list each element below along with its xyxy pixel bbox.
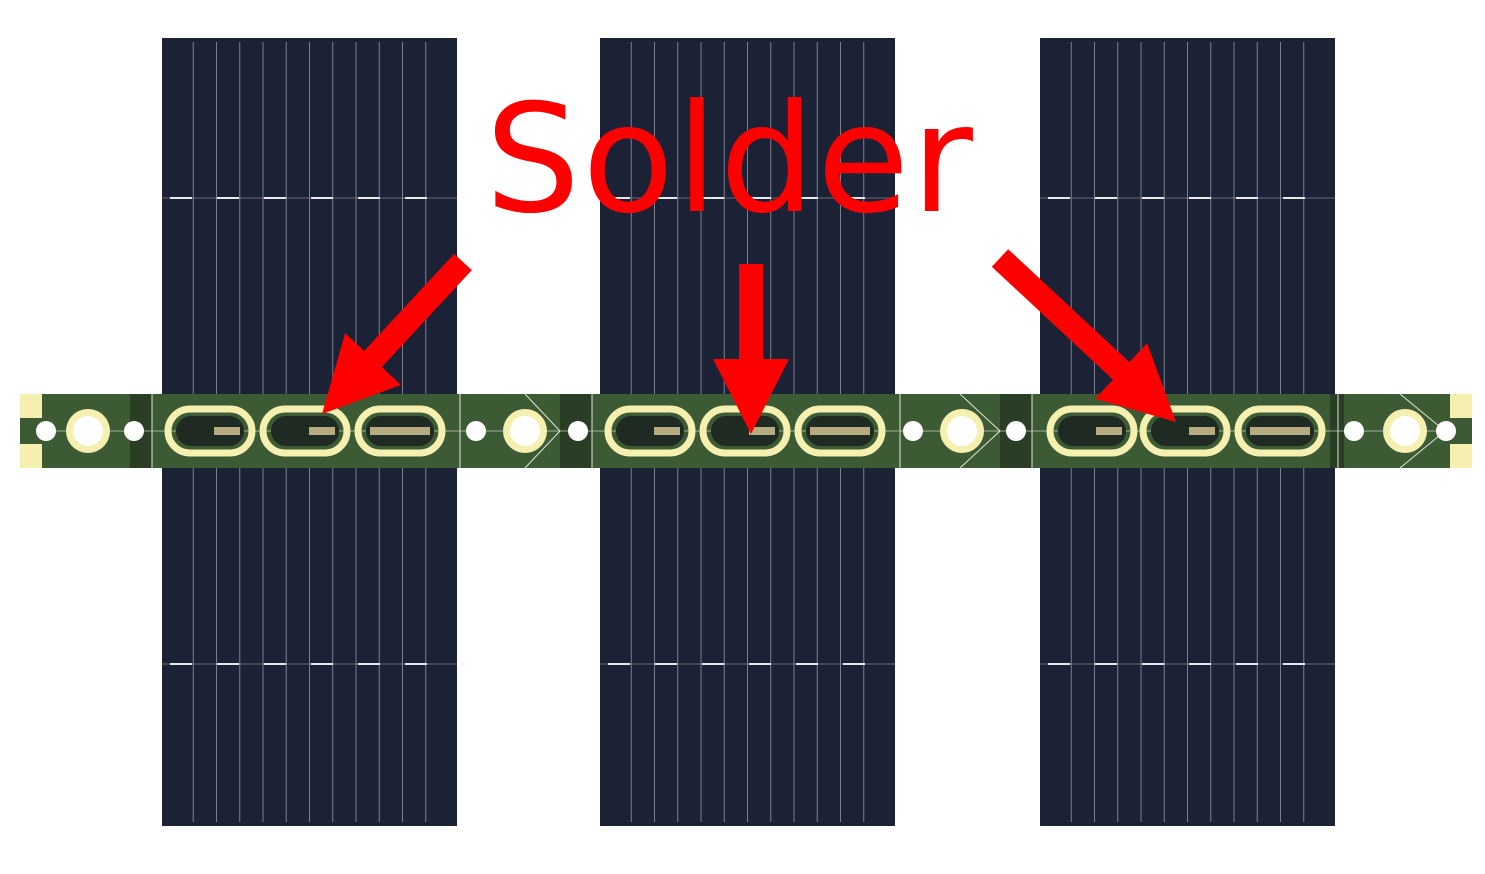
- solder-joint: [810, 427, 870, 435]
- pcb-via: [466, 421, 486, 441]
- solder-joint: [309, 427, 335, 435]
- solder-joint: [370, 427, 430, 435]
- mounting-hole: [1390, 416, 1420, 446]
- pcb-via: [1436, 421, 1456, 441]
- pcb-via: [1344, 421, 1364, 441]
- pcb-end-pad: [1450, 444, 1472, 468]
- pcb-via: [1006, 421, 1026, 441]
- solder-joint: [1250, 427, 1310, 435]
- solder-joint: [1096, 427, 1122, 435]
- solder-joint: [654, 427, 680, 435]
- pcb-end-pad: [20, 394, 42, 418]
- solar-cell-pcb-photo: [20, 38, 1472, 826]
- pcb-via: [903, 421, 923, 441]
- mounting-hole: [947, 416, 977, 446]
- solder-joint: [214, 427, 240, 435]
- pcb-end-pad: [20, 444, 42, 468]
- pcb-via: [124, 421, 144, 441]
- mounting-hole: [73, 416, 103, 446]
- pcb-via: [568, 421, 588, 441]
- pcb-via: [36, 421, 56, 441]
- solder-joint: [1189, 427, 1215, 435]
- pcb-end-pad: [1450, 394, 1472, 418]
- mounting-hole: [510, 416, 540, 446]
